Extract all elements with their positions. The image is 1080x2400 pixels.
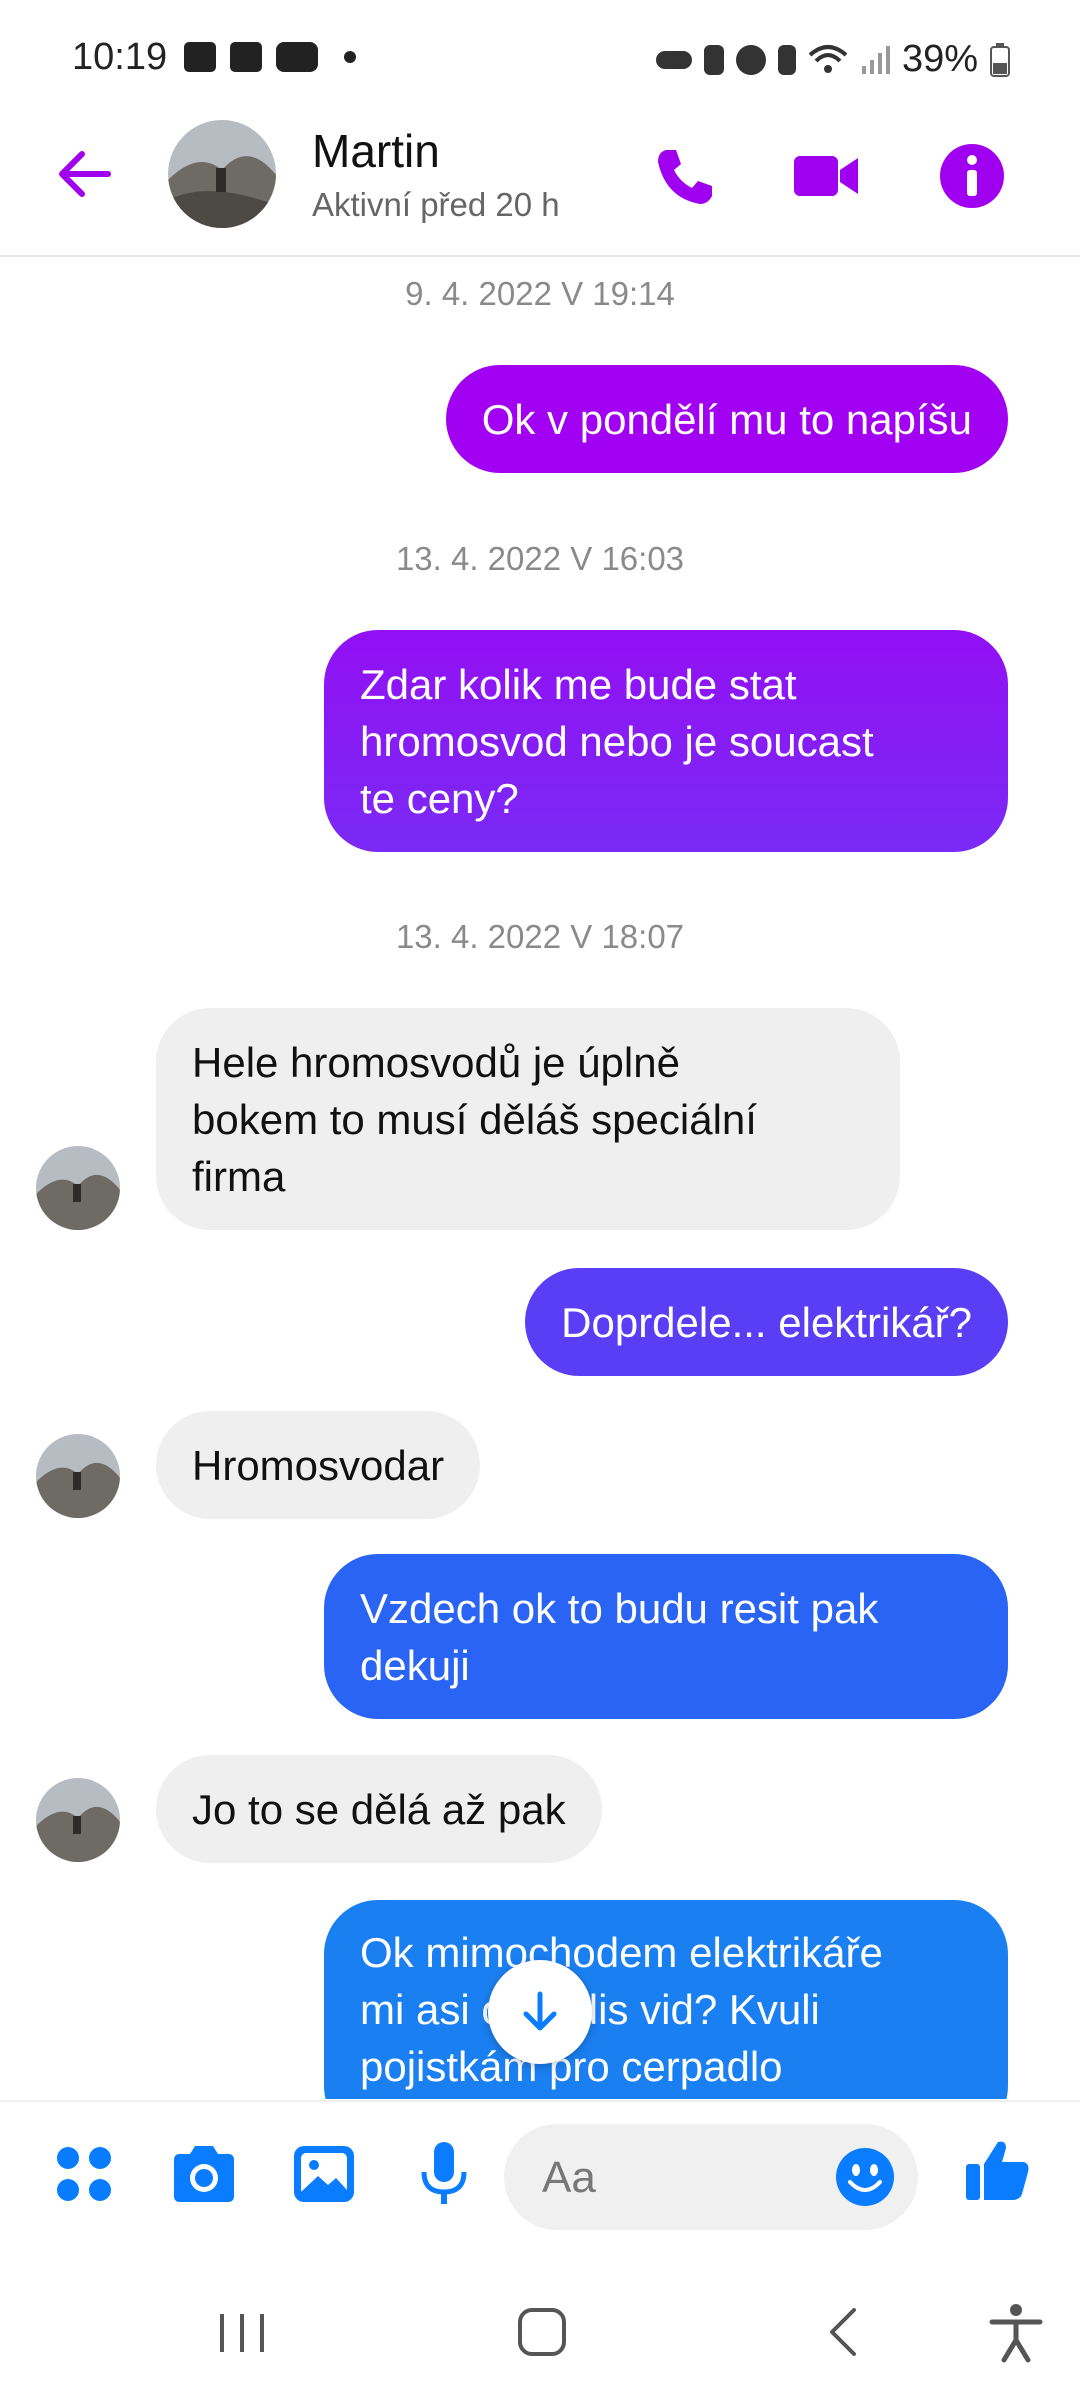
message-text-line: pojistkám pro cerpadlo [360,2043,783,2090]
avatar[interactable] [36,1434,120,1518]
message-text-line: Ok mimochodem elektrikáře [360,1929,883,1976]
message-bubble-outgoing[interactable]: Ok v pondělí mu to napíšu [445,365,1008,473]
message-bubble-outgoing[interactable]: Zdar kolik me bude stat hromosvod nebo j… [324,630,1008,852]
video-call-icon[interactable] [790,140,862,212]
message-text: Doprdele... elektrikář? [561,1298,972,1346]
key-icon [655,50,692,69]
device-icon [230,42,262,72]
message-timestamp: 13. 4. 2022 V 18:07 [395,918,685,955]
status-bar: 10:19 39% [0,0,1080,120]
status-time: 10:19 [72,36,168,78]
message-bubble-outgoing[interactable]: Ok mimochodem elektrikáře mi asi obhodis… [324,1900,1008,2099]
message-bubble-outgoing[interactable]: Vzdech ok to budu resit pak dekuji [324,1554,1008,1719]
back-icon[interactable] [814,2300,878,2364]
message-list[interactable]: 9. 4. 2022 V 19:14 Ok v pondělí mu to na… [0,257,1080,2099]
apps-menu-icon[interactable] [48,2138,120,2210]
message-input-container[interactable] [504,2124,918,2230]
phone-icon[interactable] [648,140,720,212]
message-bubble-outgoing[interactable]: Doprdele... elektrikář? [525,1268,1008,1376]
message-input[interactable] [540,2148,824,2208]
youtube-icon [276,42,318,72]
wifi-icon [808,44,848,73]
home-icon[interactable] [510,2300,574,2364]
message-text-line: bokem to musí děláš speciální [192,1095,757,1143]
message-timestamp: 13. 4. 2022 V 16:03 [395,540,685,577]
message-text-line: Zdar kolik me bude stat [360,660,797,708]
arrow-down-icon [523,1991,557,2031]
scroll-to-bottom-button[interactable] [488,1960,592,2064]
conversation-header: Martin Aktivní před 20 h [0,120,1080,257]
battery-percent: 39% [901,38,978,80]
signal-icon [861,45,890,74]
message-bubble-incoming[interactable]: Hromosvodar [156,1411,481,1519]
more-notifications-dot [344,51,356,63]
recent-apps-icon[interactable] [210,2300,274,2364]
message-text-line: dekuji [360,1641,470,1689]
avatar[interactable] [36,1778,120,1862]
message-text-line: te ceny? [360,774,519,822]
message-text: Hromosvodar [192,1441,445,1489]
gallery-icon [184,42,216,72]
system-navigation-bar [0,2262,1080,2400]
thumbs-up-icon[interactable] [962,2134,1034,2206]
message-text-line: mi asi obhodis vid? Kvuli [360,1986,820,2033]
alarm-icon [735,44,766,75]
system-icons: 39% [655,38,1010,81]
battery-icon [990,42,1010,77]
message-text: Ok v pondělí mu to napíšu [481,395,972,443]
accessibility-icon[interactable] [984,2300,1048,2364]
message-bubble-incoming[interactable]: Hele hromosvodů je úplně bokem to musí d… [156,1008,900,1230]
gallery-icon[interactable] [288,2138,360,2210]
message-composer [0,2100,1080,2262]
notification-icons [184,42,356,72]
battery-saver-icon [703,44,724,75]
avatar[interactable] [36,1146,120,1230]
contact-name[interactable]: Martin [312,124,440,178]
avatar[interactable] [168,120,276,228]
camera-icon[interactable] [168,2138,240,2210]
message-text-line: Hele hromosvodů je úplně [192,1038,680,1086]
emoji-icon[interactable] [834,2146,896,2208]
info-icon[interactable] [936,140,1008,212]
message-bubble-incoming[interactable]: Jo to se dělá až pak [156,1755,602,1863]
message-text-line: Vzdech ok to budu resit pak [360,1584,879,1632]
microphone-icon[interactable] [408,2138,480,2210]
back-arrow-icon[interactable] [52,142,116,206]
active-status: Aktivní před 20 h [312,186,560,223]
message-text-line: hromosvod nebo je soucast [360,717,874,765]
message-timestamp: 9. 4. 2022 V 19:14 [405,275,675,312]
message-text: Jo to se dělá až pak [192,1785,566,1833]
message-text-line: firma [192,1152,286,1200]
bluetooth-icon [777,44,796,75]
